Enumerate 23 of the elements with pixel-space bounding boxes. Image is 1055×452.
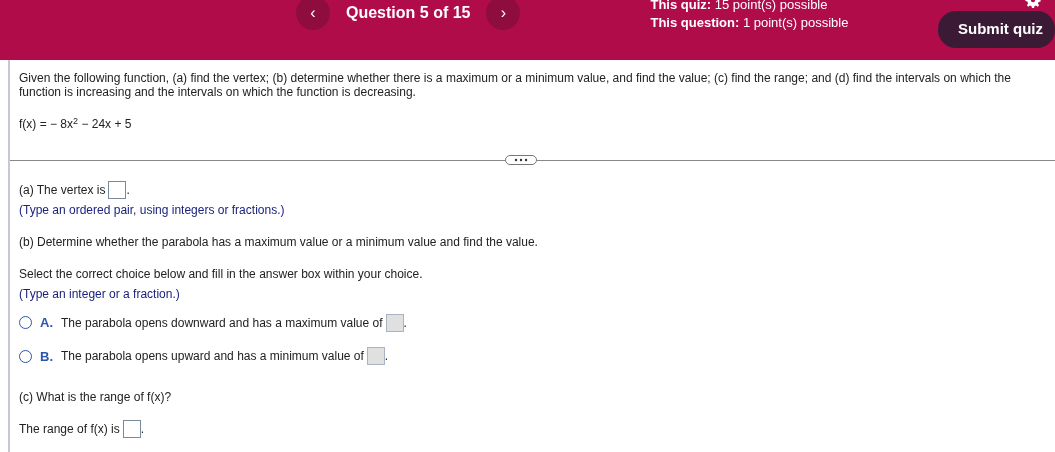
period-text: . xyxy=(126,182,130,199)
question-counter: Question 5 of 15 xyxy=(346,3,471,23)
submit-quiz-button[interactable]: Submit quiz xyxy=(938,11,1055,48)
function-expression: f(x) = − 8x$^{2}$ − 24x + 5 xyxy=(19,115,133,133)
choice-text: The parabola opens upward and has a minimum value of xyxy=(61,348,364,366)
choice-text: The parabola opens downward and has a maximum value of xyxy=(61,314,383,332)
period-text: . xyxy=(140,421,145,438)
prompt-text: (c) What is the range of f(x)? xyxy=(19,389,173,406)
prompt-text: Select the correct choice below and fill in the answer box within your choice. xyxy=(19,266,424,283)
answer-prompt: The range of f(x) is xyxy=(19,421,120,438)
previous-question-button[interactable]: ‹ xyxy=(296,0,330,30)
prompt-text: (b) Determine whether the parabola has a maximum value or a minimum value and find the value. xyxy=(19,234,539,251)
question-points-text: This question: 1 point(s) possible xyxy=(650,14,849,32)
period-text: . xyxy=(403,314,407,332)
answer-prompt: (a) The vertex is xyxy=(19,182,106,199)
question-instructions: Given the following function, (a) find the vertex; (b) determine whether there is a maximum or a minimum value, and find the value; (c) find the range; and (d) find the intervals on which the function is increasing and the intervals on which the function is decreasing. xyxy=(19,71,1012,99)
choice-letter: B. xyxy=(40,347,53,366)
quiz-points-text: This quiz: 15 point(s) possible xyxy=(650,0,829,14)
hint-text: (Type an integer or a fraction.) xyxy=(19,286,181,303)
choice-letter: A. xyxy=(40,314,53,332)
hint-text: (Type an ordered pair, using integers or fractions.) xyxy=(19,202,286,219)
next-question-button[interactable]: › xyxy=(486,0,521,30)
period-text: . xyxy=(384,348,389,366)
